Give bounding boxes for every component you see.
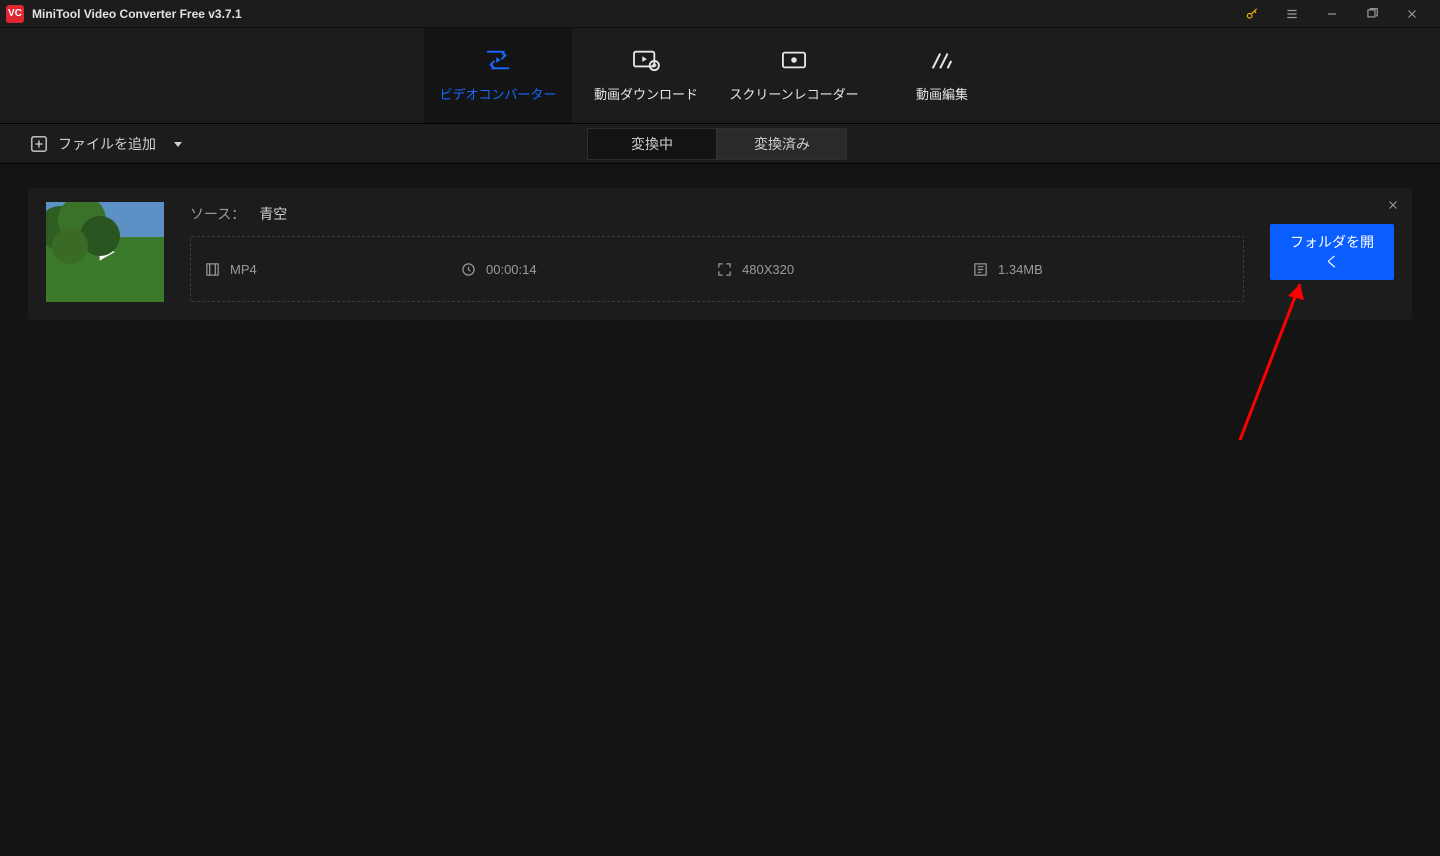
chevron-down-icon [172,138,184,150]
titlebar: VC MiniTool Video Converter Free v3.7.1 [0,0,1440,28]
add-file-button[interactable]: ファイルを追加 [30,134,184,154]
main-tabs: ビデオコンバーター 動画ダウンロード スクリーンレコーダー 動画編集 [0,28,1440,124]
status-segment: 変換中 変換済み [587,128,847,160]
record-icon [779,48,809,72]
source-label: ソース： [190,204,245,224]
tab-video-edit[interactable]: 動画編集 [868,28,1016,123]
clock-icon [461,262,476,277]
meta-duration: 00:00:14 [461,262,717,277]
meta-filesize: 1.34MB [973,262,1229,277]
source-value: 青空 [259,204,287,224]
maximize-icon[interactable] [1352,0,1392,28]
resolution-value: 480X320 [742,262,794,277]
remove-item-button[interactable] [1386,198,1400,217]
meta-resolution: 480X320 [717,262,973,277]
meta-format: MP4 [205,262,461,277]
filesize-value: 1.34MB [998,262,1043,277]
app-logo: VC [6,5,24,23]
close-icon[interactable] [1392,0,1432,28]
tab-video-download[interactable]: 動画ダウンロード [572,28,720,123]
resolution-icon [717,262,732,277]
open-folder-button[interactable]: フォルダを開く [1270,224,1394,280]
download-icon [631,48,661,72]
thumbnail-image [46,202,130,278]
file-meta-box: MP4 00:00:14 480X320 1.34MB [190,236,1244,302]
add-file-icon [30,135,48,153]
tab-label: 動画ダウンロード [594,84,698,103]
convert-icon [483,48,513,72]
menu-icon[interactable] [1272,0,1312,28]
format-value: MP4 [230,262,257,277]
format-icon [205,262,220,277]
tab-label: ビデオコンバーター [439,84,556,103]
tab-video-converter[interactable]: ビデオコンバーター [424,28,572,123]
seg-converted[interactable]: 変換済み [717,128,847,160]
key-icon[interactable] [1232,0,1272,28]
video-thumbnail[interactable] [46,202,164,302]
seg-converting[interactable]: 変換中 [587,128,717,160]
tab-screen-recorder[interactable]: スクリーンレコーダー [720,28,868,123]
tab-label: 動画編集 [916,84,968,103]
minimize-icon[interactable] [1312,0,1352,28]
tab-label: スクリーンレコーダー [729,84,858,103]
content-area: ソース： 青空 MP4 00:00:14 480X320 1. [0,164,1440,344]
add-file-label: ファイルを追加 [58,134,156,154]
filesize-icon [973,262,988,277]
edit-icon [927,48,957,72]
duration-value: 00:00:14 [486,262,537,277]
converted-item-card: ソース： 青空 MP4 00:00:14 480X320 1. [28,188,1412,320]
toolbar: ファイルを追加 変換中 変換済み [0,124,1440,164]
app-title: MiniTool Video Converter Free v3.7.1 [32,7,242,21]
